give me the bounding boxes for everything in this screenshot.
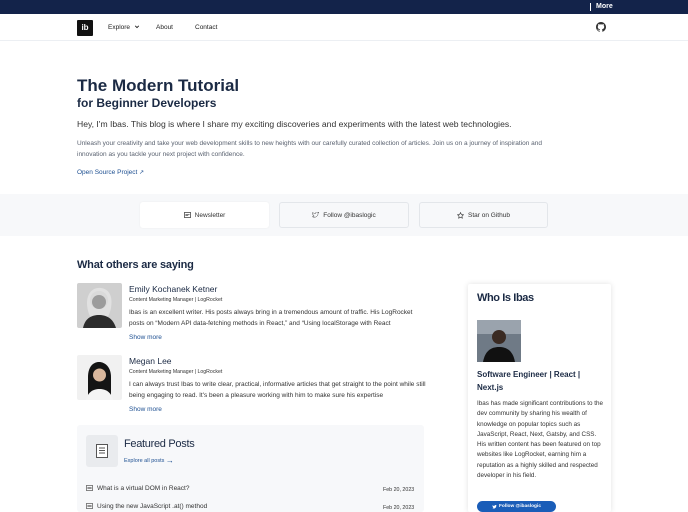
- post-item[interactable]: Using the new JavaScript .at() method: [86, 503, 207, 510]
- testimonial-name: Emily Kochanek Ketner: [129, 284, 218, 294]
- post-title: Using the new JavaScript .at() method: [97, 503, 208, 510]
- arrow-right-icon: →: [165, 456, 174, 465]
- avatar: [77, 355, 122, 400]
- follow-button[interactable]: Follow @ibaslogic: [477, 501, 556, 512]
- explore-all-posts-link[interactable]: Explore all posts →: [124, 456, 174, 465]
- hero-subtitle: for Beginner Developers: [77, 96, 217, 110]
- explore-all-posts-label: Explore all posts: [124, 458, 165, 464]
- twitter-icon: [312, 212, 320, 218]
- avatar: [77, 283, 122, 328]
- site-logo[interactable]: ib: [77, 20, 93, 36]
- star-github-button[interactable]: Star on Github: [419, 202, 548, 228]
- nav-contact[interactable]: Contact: [195, 24, 217, 31]
- twitter-icon: [492, 504, 497, 509]
- testimonial-body: Ibas is an excellent writer. His posts a…: [129, 309, 413, 327]
- star-github-label: Star on Github: [468, 211, 510, 219]
- testimonial-body: I can always trust Ibas to write clear, …: [129, 381, 426, 399]
- testimonial-role: Content Marketing Manager | LogRocket: [129, 297, 223, 303]
- featured-posts-title: Featured Posts: [124, 438, 195, 450]
- follow-button-label: Follow @ibaslogic: [499, 504, 541, 509]
- document-icon: [86, 435, 118, 467]
- about-title: Who Is Ibas: [477, 292, 534, 304]
- article-icon: [86, 503, 93, 509]
- newsletter-button[interactable]: Newsletter: [140, 202, 269, 228]
- hero-intro: Hey, I'm Ibas. This blog is where I shar…: [77, 119, 512, 129]
- chevron-down-icon: [134, 25, 139, 29]
- article-icon: [86, 485, 93, 491]
- newsletter-label: Newsletter: [194, 211, 226, 219]
- post-title: What is a virtual DOM in React?: [97, 485, 190, 492]
- nav-explore-label: Explore: [108, 24, 131, 31]
- star-icon: [457, 211, 465, 219]
- hero-title: The Modern Tutorial: [77, 76, 240, 95]
- top-bar: More: [0, 0, 688, 14]
- follow-twitter-label: Follow @ibaslogic: [323, 211, 376, 219]
- show-more-link[interactable]: Show more: [129, 406, 162, 413]
- open-source-label: Open Source Project: [77, 169, 138, 176]
- author-photo: [477, 320, 521, 362]
- hero-description: Unleash your creativity and take your we…: [77, 140, 542, 158]
- testimonial-name: Megan Lee: [129, 356, 172, 366]
- topbar-divider: [590, 3, 591, 11]
- nav-about[interactable]: About: [156, 24, 173, 31]
- author-bio: Ibas has made significant contributions …: [477, 400, 604, 480]
- testimonials-title: What others are saying: [77, 259, 194, 271]
- author-role: Software Engineer | React | Next.js: [477, 370, 581, 392]
- show-more-link[interactable]: Show more: [129, 334, 162, 341]
- external-link-icon: ↗: [139, 170, 145, 176]
- post-date: Feb 20, 2023: [383, 487, 415, 493]
- post-date: Feb 20, 2023: [383, 505, 415, 511]
- post-item[interactable]: What is a virtual DOM in React?: [86, 485, 189, 492]
- newsletter-icon: [183, 212, 191, 218]
- open-source-link[interactable]: Open Source Project ↗: [77, 169, 144, 176]
- testimonial-role: Content Marketing Manager | LogRocket: [129, 369, 223, 375]
- more-link[interactable]: More: [596, 3, 613, 10]
- follow-twitter-button[interactable]: Follow @ibaslogic: [279, 202, 409, 228]
- main-nav: ib Explore About Contact: [0, 14, 688, 41]
- nav-explore[interactable]: Explore: [108, 24, 140, 31]
- github-icon[interactable]: [596, 22, 606, 32]
